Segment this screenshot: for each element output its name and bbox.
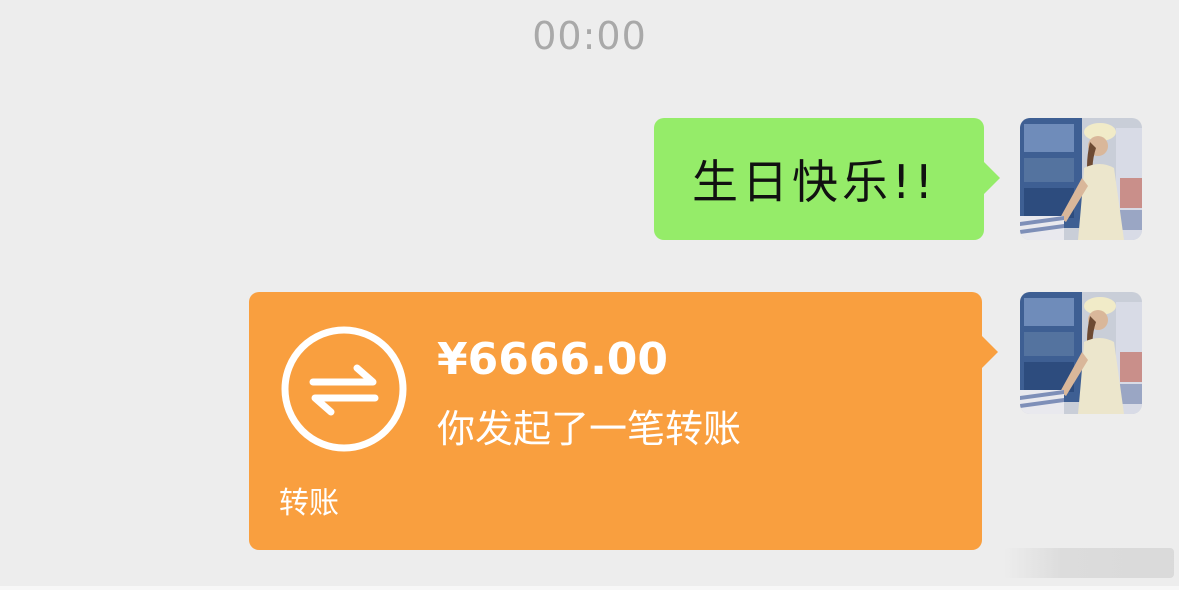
avatar[interactable]	[1020, 292, 1142, 414]
message-timestamp: 00:00	[532, 14, 647, 58]
message-text: 生日快乐!!	[692, 155, 937, 209]
transfer-amount: ¥6666.00	[437, 334, 669, 385]
transfer-description: 你发起了一笔转账	[437, 407, 742, 451]
transfer-message-card[interactable]: ¥6666.00 你发起了一笔转账 转账	[249, 292, 998, 550]
watermark	[1004, 548, 1174, 578]
avatar-photo	[1020, 118, 1142, 240]
avatar-photo	[1020, 292, 1142, 414]
avatar[interactable]	[1020, 118, 1142, 240]
bottom-divider	[0, 586, 1179, 590]
transfer-arrows-icon	[281, 326, 407, 452]
text-message-bubble[interactable]: 生日快乐!!	[654, 118, 1000, 240]
transfer-footer-label: 转账	[279, 486, 339, 521]
